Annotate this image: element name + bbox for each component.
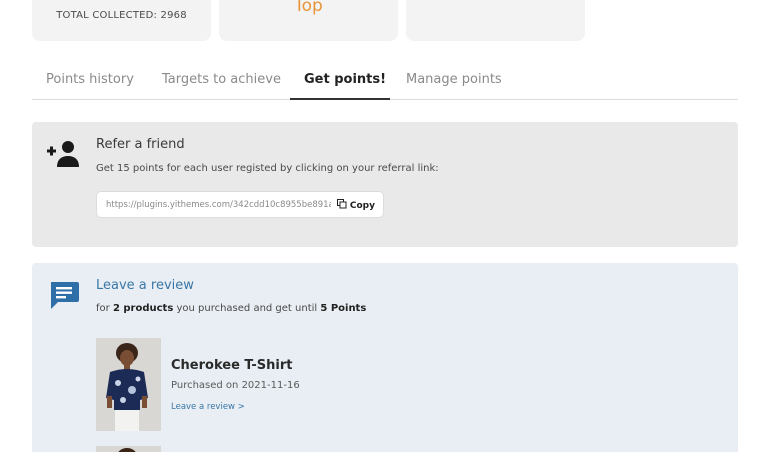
copy-label: Copy (349, 200, 375, 211)
points-tabs: Points history Targets to achieve Get po… (32, 60, 738, 100)
rank-value: Top (294, 0, 323, 16)
add-user-icon (46, 140, 82, 172)
message-icon (48, 279, 80, 315)
summary-card-empty (406, 0, 585, 41)
copy-icon (336, 199, 347, 212)
product-name: Cherokee T-Shirt (171, 358, 293, 373)
copy-button[interactable]: Copy (336, 199, 375, 212)
tab-manage-points[interactable]: Manage points (406, 72, 502, 87)
product-image[interactable] (96, 446, 161, 452)
referral-link-field[interactable]: https://plugins.yithemes.com/342cdd10c89… (96, 191, 384, 218)
total-collected-card: TOTAL COLLECTED: 2968 (32, 0, 211, 41)
tab-get-points[interactable]: Get points! (304, 72, 386, 87)
rank-card: Top (219, 0, 398, 41)
refer-title: Refer a friend (96, 137, 185, 152)
product-purchase-date: Purchased on 2021-11-16 (171, 380, 300, 391)
tab-points-history[interactable]: Points history (46, 72, 134, 87)
referral-link[interactable]: https://plugins.yithemes.com/342cdd10c89… (106, 200, 331, 210)
active-tab-indicator (290, 98, 390, 100)
total-collected-value: TOTAL COLLECTED: 2968 (56, 10, 187, 21)
review-products-count: 2 products (112, 303, 174, 314)
refer-description: Get 15 points for each user registed by … (96, 163, 439, 174)
refer-friend-panel: Refer a friend Get 15 points for each us… (32, 122, 738, 247)
tab-targets-to-achieve[interactable]: Targets to achieve (162, 72, 281, 87)
leave-review-link[interactable]: Leave a review > (171, 402, 245, 412)
product-image[interactable] (96, 338, 161, 431)
review-points: 5 Points (320, 303, 367, 314)
review-description: for 2 products you purchased and get unt… (96, 303, 367, 314)
review-title: Leave a review (96, 278, 194, 293)
leave-review-panel: Leave a review for 2 products you purcha… (32, 263, 738, 452)
